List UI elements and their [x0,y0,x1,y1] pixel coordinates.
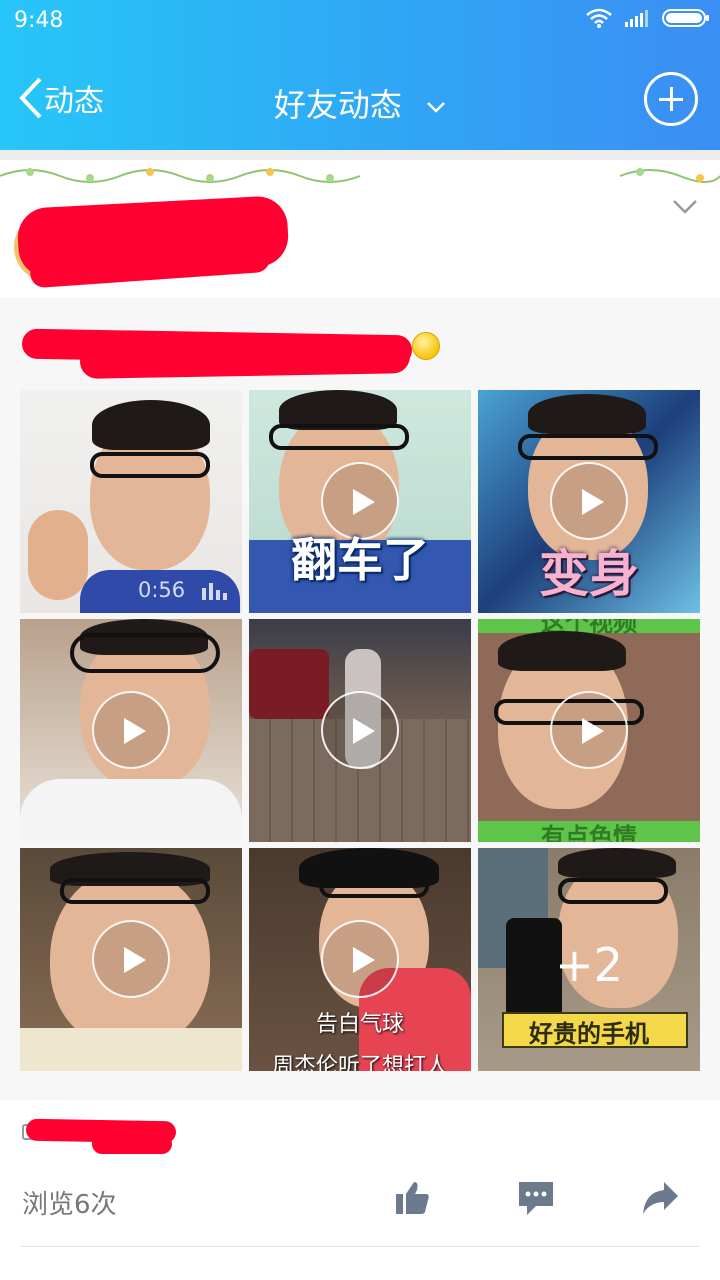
video-caption: 告白气球 [315,1012,404,1037]
navigation-bar: 动态 好友动态 [0,62,720,138]
smiley-emoji-icon [412,332,440,360]
video-thumbnail[interactable]: 这个视频 有点色情 [478,619,700,842]
glasses-shape [70,633,220,673]
chevron-down-icon [427,102,445,113]
glasses-shape [518,434,658,460]
redacted-post-text-tail [79,339,411,379]
glasses-shape [60,878,210,904]
post-footer: 浏览6次 [0,1100,720,1280]
video-thumbnail[interactable] [20,619,242,842]
shirt-shape [20,1028,242,1071]
video-thumbnail[interactable]: 0:56 [20,390,242,613]
video-caption-bottom: 周杰伦听了想打人 [271,1054,448,1071]
share-icon[interactable] [640,1178,680,1218]
post-text [20,328,420,379]
glasses-shape [319,872,429,898]
video-thumbnail[interactable] [20,848,242,1071]
location-tag [22,1114,177,1154]
play-icon [92,920,170,998]
add-post-button[interactable] [644,72,698,126]
section-divider [0,150,720,160]
post-content: 0:56 翻车了 变身 这个视频 有点色情 告白气球 周杰伦听了想打人 好贵的手… [0,298,720,1100]
hand-shape [28,510,88,600]
page-title: 好友动态 [273,86,402,124]
glasses-shape [558,878,668,904]
chevron-down-icon[interactable] [672,198,698,216]
app-header: 9:48 动态 好友动态 [0,0,720,150]
play-icon [550,691,628,769]
image-thumbnail[interactable]: 好贵的手机 +2 [478,848,700,1071]
glasses-shape [269,424,409,450]
video-thumbnail[interactable] [249,619,471,842]
media-grid: 0:56 翻车了 变身 这个视频 有点色情 告白气球 周杰伦听了想打人 好贵的手… [20,390,702,1071]
video-caption-bottom: 有点色情 [541,823,637,842]
like-icon[interactable] [392,1178,432,1218]
play-icon [550,462,628,540]
status-time: 9:48 [14,8,64,33]
wifi-icon [586,8,612,28]
video-thumbnail[interactable]: 告白气球 周杰伦听了想打人 [249,848,471,1071]
footer-divider [20,1246,700,1247]
view-count: 浏览6次 [22,1190,117,1220]
video-caption: 变身 [539,545,639,603]
video-thumbnail[interactable]: 变身 [478,390,700,613]
video-thumbnail[interactable]: 翻车了 [249,390,471,613]
audio-bars-icon [202,583,227,600]
video-duration: 0:56 [138,578,186,602]
play-icon [321,691,399,769]
play-icon [321,920,399,998]
signal-icon [625,10,648,27]
status-bar: 9:48 [0,0,720,42]
car-shape [249,649,329,719]
play-icon [92,691,170,769]
feed-filter-dropdown[interactable]: 好友动态 [0,80,720,126]
comment-icon[interactable] [516,1178,556,1218]
post-author-section [0,160,720,298]
video-caption: 翻车了 [291,533,429,587]
more-media-count: +2 [555,938,623,992]
battery-icon [662,9,709,27]
video-caption: 好贵的手机 [529,1020,649,1048]
hair-shape [558,848,676,878]
redacted-location-tail [92,1134,172,1154]
hair-shape [92,400,210,450]
hair-shape [528,394,646,434]
vine-decoration [0,168,720,183]
shirt-shape [20,779,242,842]
glasses-shape [90,452,210,478]
hair-shape [498,631,626,671]
